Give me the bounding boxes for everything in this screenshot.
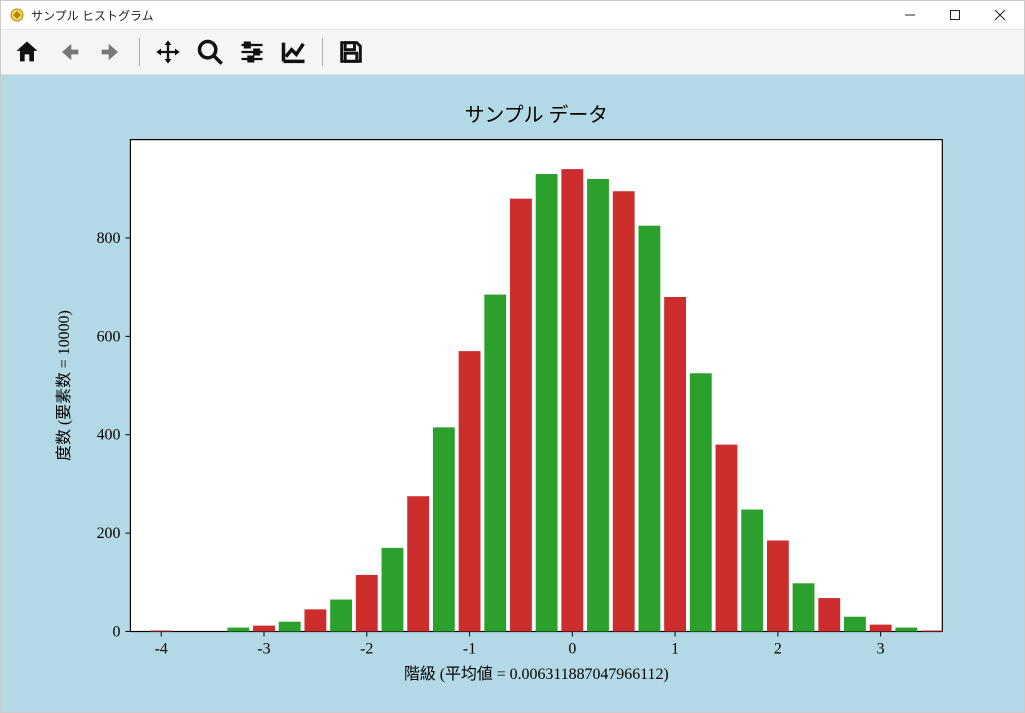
svg-text:-4: -4: [155, 640, 168, 657]
svg-text:-1: -1: [463, 640, 476, 657]
svg-text:2: 2: [774, 640, 782, 657]
svg-text:サンプル データ: サンプル データ: [465, 105, 608, 127]
figure-canvas[interactable]: -4 -3 -2 -1 0 1 2 3 0 200 400 600 800 サンプル データ階級 (平均値…: [1, 75, 1024, 712]
titlebar: サンプル ヒストグラム: [1, 1, 1024, 30]
maximize-button[interactable]: [932, 1, 977, 29]
arrow-right-icon: [97, 38, 125, 66]
svg-text:度数 (要素数 = 10000): 度数 (要素数 = 10000): [55, 310, 73, 461]
svg-text:3: 3: [877, 640, 885, 657]
svg-text:0: 0: [113, 623, 121, 640]
home-button[interactable]: [9, 34, 45, 70]
forward-button[interactable]: [93, 34, 129, 70]
configure-button[interactable]: [234, 34, 270, 70]
histogram-plot: -4 -3 -2 -1 0 1 2 3 0 200 400 600 800 サンプル データ階級 (平均値…: [1, 75, 1024, 712]
toolbar: [1, 30, 1024, 75]
svg-text:1: 1: [671, 640, 679, 657]
toolbar-separator: [322, 38, 323, 66]
svg-text:-3: -3: [257, 640, 270, 657]
svg-text:800: 800: [97, 230, 121, 247]
sliders-icon: [238, 38, 266, 66]
svg-text:600: 600: [97, 328, 121, 345]
svg-text:-2: -2: [360, 640, 373, 657]
back-button[interactable]: [51, 34, 87, 70]
window-title: サンプル ヒストグラム: [31, 7, 154, 24]
axes-button[interactable]: [276, 34, 312, 70]
home-icon: [13, 38, 41, 66]
save-icon: [337, 38, 365, 66]
svg-text:400: 400: [97, 427, 121, 444]
svg-text:200: 200: [97, 525, 121, 542]
close-button[interactable]: [977, 1, 1022, 29]
svg-text:階級 (平均値 = 0.006311887047966112: 階級 (平均値 = 0.006311887047966112): [404, 665, 669, 683]
chart-line-icon: [280, 38, 308, 66]
zoom-button[interactable]: [192, 34, 228, 70]
arrow-left-icon: [55, 38, 83, 66]
pan-button[interactable]: [150, 34, 186, 70]
magnifier-icon: [196, 38, 224, 66]
app-icon: [9, 7, 25, 23]
minimize-button[interactable]: [887, 1, 932, 29]
toolbar-separator: [139, 38, 140, 66]
move-icon: [154, 38, 182, 66]
save-button[interactable]: [333, 34, 369, 70]
app-window: サンプル ヒストグラム: [0, 0, 1025, 713]
svg-text:0: 0: [568, 640, 576, 657]
